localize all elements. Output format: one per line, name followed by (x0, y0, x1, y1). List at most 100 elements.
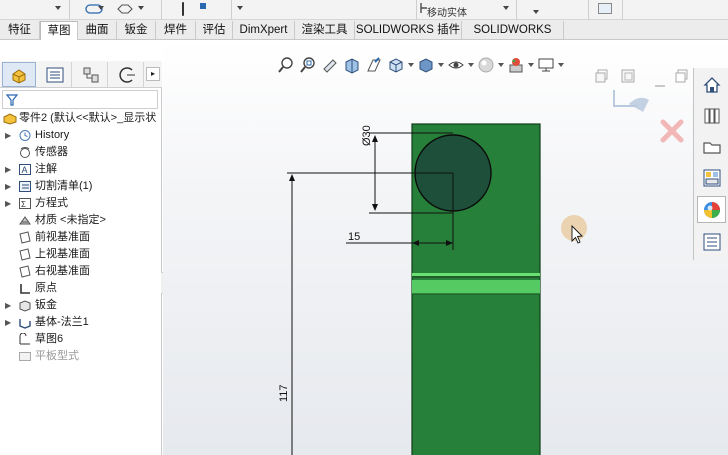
plane-icon (19, 231, 31, 244)
folder-icon (702, 141, 721, 154)
bend-shadow (412, 276, 540, 278)
horizontal-dimension-text: 15 (348, 231, 360, 243)
command-group-mirror (232, 0, 417, 20)
tree-item-base-flange[interactable]: ▶ 基体-法兰1 (0, 314, 160, 331)
tree-item-material[interactable]: 材质 <未指定> (0, 212, 160, 229)
dropdown-arrow[interactable] (138, 6, 144, 10)
tree-item-label: 传感器 (35, 146, 68, 158)
expand-arrow-icon[interactable]: ▶ (5, 178, 11, 195)
vertical-dimension-text: 117 (278, 384, 290, 402)
home-icon (702, 76, 721, 93)
plane-icon (19, 248, 31, 261)
svg-text:A: A (22, 165, 28, 175)
tree-item-origin[interactable]: 原点 (0, 280, 160, 297)
tab-surfaces[interactable]: 曲面 (78, 21, 117, 40)
tree-item-sensors[interactable]: 传感器 (0, 144, 160, 161)
tree-item-sketch6[interactable]: 草图6 (0, 331, 160, 348)
expand-arrow-icon[interactable]: ▶ (5, 195, 11, 212)
part-icon (3, 113, 17, 125)
expand-arrow-icon[interactable]: ▶ (5, 127, 11, 144)
tree-item-top-plane[interactable]: 上视基准面 (0, 246, 160, 263)
dropdown-arrow[interactable] (55, 6, 61, 10)
trim-tool-icon[interactable] (182, 2, 184, 16)
command-group-extra (589, 0, 623, 20)
tree-item-label: 草图6 (35, 333, 64, 345)
tree-item-label: 切割清单(1) (35, 180, 93, 192)
tab-features[interactable]: 特征 (0, 21, 40, 40)
svg-text:Σ: Σ (21, 200, 26, 209)
tree-item-front-plane[interactable]: 前视基准面 (0, 229, 160, 246)
dimxpert-icon (118, 66, 135, 83)
appearances-scenes-tab[interactable] (697, 196, 726, 223)
configuration-icon (83, 67, 98, 82)
dimxpertmanager-tab[interactable] (110, 62, 144, 87)
tab-render-tools[interactable]: 渲染工具 (295, 21, 355, 40)
diameter-dimension-text: Ø30 (361, 125, 373, 146)
design-library-tab[interactable] (697, 102, 726, 129)
tree-root-label: 零件2 (默认<<默认>_显示状 (19, 112, 157, 124)
tree-item-label: 原点 (35, 282, 57, 294)
tree-item-label: 方程式 (35, 197, 68, 209)
convert-entities-icon[interactable] (200, 3, 206, 9)
feature-manager-tab-strip: ▸ (0, 61, 162, 88)
sketch-shape-icons[interactable] (84, 2, 144, 16)
window-icon[interactable] (598, 3, 612, 14)
dropdown-arrow[interactable] (533, 10, 539, 14)
sketch-icon (19, 333, 30, 345)
tree-item-equations[interactable]: ▶ Σ 方程式 (0, 195, 160, 212)
tab-sketch[interactable]: 草图 (40, 21, 78, 40)
solidworks-resources-tab[interactable] (697, 71, 726, 98)
tree-filter-field[interactable] (2, 90, 158, 109)
command-group-trim (162, 0, 232, 20)
origin-icon (20, 284, 30, 294)
dropdown-arrow[interactable] (98, 6, 104, 10)
material-icon (19, 216, 31, 225)
task-pane (693, 68, 728, 260)
tree-item-sheet-metal[interactable]: ▶ 钣金 (0, 297, 160, 314)
tree-item-right-plane[interactable]: 右视基准面 (0, 263, 160, 280)
configurationmanager-tab[interactable] (74, 62, 108, 87)
featuremanager-tab[interactable] (2, 62, 36, 87)
tab-dimxpert[interactable]: DimXpert (233, 21, 295, 40)
filter-icon (6, 94, 18, 106)
move-entities-label[interactable]: 移动实体 (427, 4, 467, 19)
base-flange-icon (19, 319, 31, 329)
equation-icon: Σ (19, 198, 31, 209)
tree-item-flat-pattern[interactable]: 平板型式 (0, 348, 160, 365)
part-tree-icon (12, 68, 26, 84)
tree-item-label: 平板型式 (35, 350, 79, 362)
tree-item-history[interactable]: ▶ History (0, 127, 160, 144)
cut-list-icon (19, 181, 31, 192)
dropdown-arrow[interactable] (237, 6, 243, 10)
expand-arrow-icon[interactable]: ▶ (5, 161, 11, 178)
dropdown-arrow[interactable] (503, 6, 509, 10)
command-group-display (517, 0, 589, 20)
custom-properties-tab[interactable] (697, 228, 726, 255)
view-palette-icon (703, 169, 720, 186)
property-list-icon (46, 67, 63, 82)
bend-region[interactable] (412, 280, 540, 294)
tab-weldments[interactable]: 焊件 (156, 21, 196, 40)
design-library-icon (704, 108, 719, 123)
tab-solidworks-mbd[interactable]: SOLIDWORKS MBD (462, 21, 564, 54)
expand-arrow-icon[interactable]: ▶ (5, 314, 11, 331)
tree-root-part[interactable]: 零件2 (默认<<默认>_显示状 (0, 110, 160, 127)
tab-solidworks-addins[interactable]: SOLIDWORKS 插件 (355, 21, 462, 40)
sensor-icon (20, 147, 30, 158)
feature-manager-header (0, 40, 162, 61)
flat-pattern-icon (19, 352, 31, 361)
expand-arrow-icon[interactable]: ▶ (5, 297, 11, 314)
file-explorer-tab[interactable] (697, 133, 726, 160)
tab-evaluate[interactable]: 评估 (196, 21, 233, 40)
tree-item-label: History (35, 129, 70, 141)
tree-item-cut-list[interactable]: ▶ 切割清单(1) (0, 178, 160, 195)
command-group-left (0, 0, 70, 20)
view-palette-tab[interactable] (697, 164, 726, 191)
graphics-area[interactable]: Ø30 15 117 (163, 40, 728, 455)
tree-item-annotations[interactable]: ▶ A 注解 (0, 161, 160, 178)
tab-scroll-right-button[interactable]: ▸ (146, 67, 160, 81)
tab-sheet-metal[interactable]: 钣金 (117, 21, 156, 40)
tree-item-label: 钣金 (35, 299, 57, 311)
tree-item-label: 基体-法兰1 (35, 316, 89, 328)
propertymanager-tab[interactable] (38, 62, 72, 87)
